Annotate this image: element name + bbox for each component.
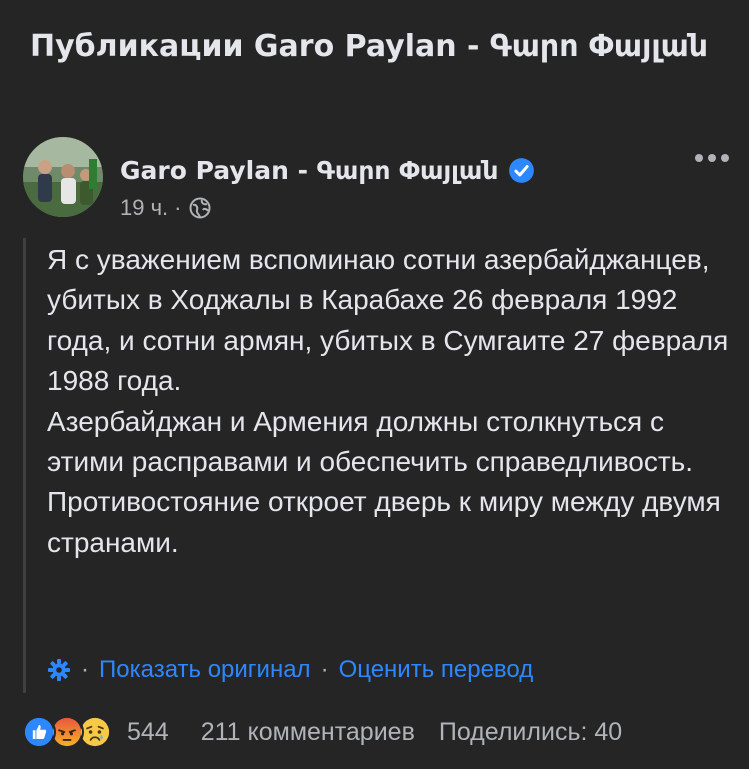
more-options-icon	[695, 154, 729, 162]
post-footer: 544 211 комментариев Поделились: 40	[22, 712, 727, 752]
show-original-link[interactable]: Показать оригинал	[99, 656, 311, 684]
post-meta: 19 ч. ·	[120, 192, 212, 224]
post-author-name[interactable]: Garo Paylan - Գարո Փայլան	[120, 156, 498, 185]
avatar-photo	[23, 137, 103, 217]
translation-quote-bar	[23, 238, 26, 693]
translation-row: · Показать оригинал · Оценить перевод	[47, 653, 533, 687]
page-title: Публикации Garo Paylan - Գարո Փայլան	[30, 29, 709, 64]
reaction-count[interactable]: 544	[127, 718, 169, 747]
globe-icon	[189, 197, 210, 219]
post-paragraph: Я с уважением вспоминаю сотни азербайджа…	[47, 244, 729, 397]
translation-separator: ·	[81, 656, 89, 683]
shares-count[interactable]: Поделились: 40	[439, 718, 622, 747]
like-reaction-icon	[22, 715, 56, 749]
verified-badge-icon	[509, 157, 535, 183]
post-author-row: Garo Paylan - Գարո Փայլան	[120, 150, 535, 190]
more-options-button[interactable]	[690, 143, 734, 173]
rate-translation-link[interactable]: Оценить перевод	[339, 656, 534, 684]
post-text: Я с уважением вспоминаю сотни азербайджа…	[47, 240, 737, 563]
post-paragraph: Азербайджан и Армения должны столкнуться…	[47, 405, 694, 478]
comments-count[interactable]: 211 комментариев	[201, 718, 415, 747]
reactions-summary[interactable]	[22, 714, 127, 750]
translation-separator: ·	[320, 656, 329, 683]
post-timestamp[interactable]: 19 ч.	[120, 195, 168, 221]
gear-icon[interactable]	[47, 658, 71, 682]
meta-separator: ·	[174, 195, 182, 220]
avatar[interactable]	[23, 137, 103, 217]
post-paragraph: Противостояние откроет дверь к миру межд…	[47, 486, 721, 558]
